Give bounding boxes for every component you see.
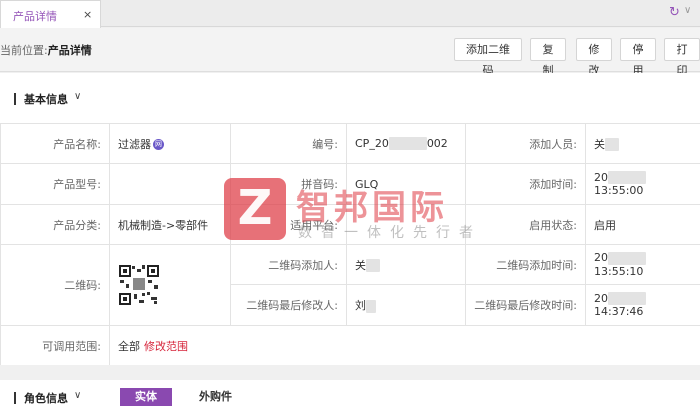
redaction-mask — [608, 292, 646, 306]
disable-button[interactable]: 停用 — [620, 38, 656, 77]
scope-value: 全部 — [118, 339, 140, 353]
product-name-cell: 过滤器网 — [109, 123, 231, 164]
section-divider — [0, 365, 700, 380]
table-row: 二维码: 二维码添加人: 关 二维码添加时间: 2013:55:10 — [0, 244, 700, 326]
edit-button[interactable]: 修改 — [576, 38, 612, 77]
header-bar: 当前位置:产品详情 添加二维码 复制 修改 停用 打印 — [0, 28, 700, 77]
net-badge-icon: 网 — [153, 139, 164, 150]
redaction-mask — [366, 299, 376, 313]
qr-added-time-prefix: 20 — [594, 251, 608, 265]
qrcode-cell — [109, 244, 231, 326]
code-prefix: CP_20 — [355, 136, 389, 150]
product-name-label: 产品名称: — [0, 123, 110, 164]
qr-modified-time-prefix: 20 — [594, 291, 608, 305]
code-suffix: 002 — [426, 136, 448, 150]
chevron-down-icon[interactable]: ∨ — [684, 5, 691, 16]
table-row: 产品名称: 过滤器网 编号: CP_20 002 添加人员: 关 — [0, 123, 700, 164]
refresh-icon[interactable]: ↻ — [669, 5, 680, 20]
qr-modifier-cell: 刘 — [346, 284, 466, 326]
model-value — [109, 163, 231, 205]
redaction-mask — [608, 251, 646, 265]
table-row: 产品型号: 拼音码: GLQ 添加时间: 20 13:55:00 — [0, 163, 700, 205]
section-marker — [14, 93, 16, 105]
table-row: 产品分类: 机械制造->零部件 适用平台: 启用状态: 启用 — [0, 204, 700, 245]
basic-info-header[interactable]: 基本信息 ∨ — [0, 73, 700, 123]
close-icon[interactable]: × — [83, 8, 92, 21]
qr-added-by-label: 二维码添加人: — [230, 244, 347, 285]
section-marker — [14, 392, 16, 404]
added-time-cell: 20 13:55:00 — [585, 163, 700, 205]
table-row: 可调用范围: 全部 修改范围 — [0, 325, 700, 366]
category-value: 机械制造->零部件 — [109, 204, 231, 245]
added-time-label: 添加时间: — [465, 163, 586, 205]
tab-bar: 产品详情 × ↻ ∨ — [0, 0, 700, 28]
role-info-header: 角色信息 ∨ 实体 外购件 — [0, 380, 700, 414]
added-by-cell: 关 — [585, 123, 700, 164]
tab-entity[interactable]: 实体 — [120, 388, 172, 406]
pinyin-value: GLQ — [346, 163, 466, 205]
platform-label: 适用平台: — [230, 204, 347, 245]
platform-value — [346, 204, 466, 245]
qrcode-image[interactable] — [118, 264, 160, 306]
role-section-title: 角色信息 — [24, 392, 68, 405]
added-time-suffix: 13:55:00 — [594, 184, 644, 198]
added-by-label: 添加人员: — [465, 123, 586, 164]
code-cell: CP_20 002 — [346, 123, 466, 164]
qr-modified-time-label: 二维码最后修改时间: — [465, 284, 586, 326]
tab-purchased-part[interactable]: 外购件 — [199, 388, 232, 406]
status-label: 启用状态: — [465, 204, 586, 245]
add-qrcode-button[interactable]: 添加二维码 — [454, 38, 522, 77]
copy-button[interactable]: 复制 — [530, 38, 566, 77]
qr-modified-time-cell: 20 14:37:46 — [585, 284, 700, 326]
added-by-value: 关 — [594, 137, 605, 151]
tab-product-detail[interactable]: 产品详情 × — [0, 0, 101, 28]
scope-label: 可调用范围: — [0, 325, 110, 366]
model-label: 产品型号: — [0, 163, 110, 205]
qr-modifier-label: 二维码最后修改人: — [230, 284, 347, 326]
qr-modifier-value: 刘 — [355, 299, 366, 312]
section-title: 基本信息 — [24, 93, 68, 106]
status-value: 启用 — [585, 204, 700, 245]
qr-added-time-suffix: 13:55:10 — [594, 264, 644, 278]
qr-added-by-cell: 关 — [346, 244, 466, 285]
edit-scope-link[interactable]: 修改范围 — [144, 340, 188, 353]
added-time-prefix: 20 — [594, 170, 608, 184]
code-label: 编号: — [230, 123, 347, 164]
breadcrumb: 当前位置:产品详情 — [0, 42, 92, 58]
qr-added-by-value: 关 — [355, 258, 366, 272]
chevron-down-icon[interactable]: ∨ — [74, 390, 81, 401]
breadcrumb-current: 产品详情 — [47, 44, 92, 57]
qr-modified-time-suffix: 14:37:46 — [594, 305, 644, 319]
qrcode-label: 二维码: — [0, 244, 110, 326]
redaction-mask — [608, 171, 646, 185]
product-name-value: 过滤器 — [118, 137, 151, 151]
pinyin-label: 拼音码: — [230, 163, 347, 205]
chevron-down-icon[interactable]: ∨ — [74, 91, 81, 102]
redaction-mask — [388, 137, 427, 151]
qr-added-time-cell: 2013:55:10 — [585, 244, 700, 285]
print-button[interactable]: 打印 — [664, 38, 700, 77]
tab-label: 产品详情 — [13, 10, 57, 23]
breadcrumb-prefix: 当前位置: — [0, 44, 48, 57]
redaction-mask — [605, 138, 619, 151]
redaction-mask — [366, 259, 380, 272]
scope-cell: 全部 修改范围 — [109, 325, 700, 366]
product-info-table: 产品名称: 过滤器网 编号: CP_20 002 添加人员: 关 产品型号: 拼音… — [0, 123, 700, 366]
category-label: 产品分类: — [0, 204, 110, 245]
qr-added-time-label: 二维码添加时间: — [465, 244, 586, 285]
